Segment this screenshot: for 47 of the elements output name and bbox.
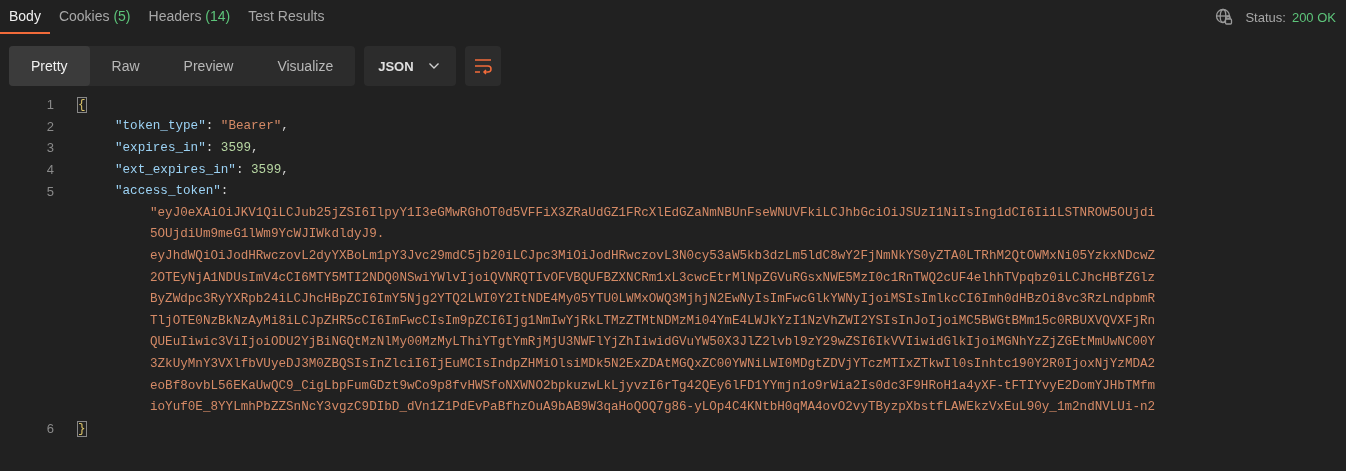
format-dropdown[interactable]: JSON [364,46,456,86]
status-label: Status: [1245,9,1286,25]
punctuation: : [220,184,229,199]
json-string: ByZWdpc3RyYXRpb24iLCJhcHBpZCI6ImY5Njg2YTQ2LWI0Y2ItNDE4My05YTU0LWMxOWQ3MjhjN2EwNyIsImFwcGlkYWNyIjoiMSIsImlkcCI6Imh0dHBzOi8vc3RzLndpbmR [150,292,1156,307]
json-key: "access_token" [115,184,221,199]
line-number: 1 [45,97,54,113]
json-string: "Bearer" [220,119,282,134]
line-number: 4 [45,162,54,178]
view-mode-tab[interactable]: Visualize [255,46,356,86]
view-mode-tab[interactable]: Pretty [9,46,90,86]
view-mode-tab[interactable]: Preview [161,46,256,86]
json-number: 3599 [251,162,282,177]
response-tab[interactable]: Test Results [239,0,334,34]
chevron-down-icon [427,62,440,70]
punctuation: : [205,119,215,134]
status-value: 200 OK [1291,9,1336,25]
json-string: 3ZkUyMnY3VXlfbVUyeDJ3M0ZBQSIsInZlciI6IjEuMCIsIndpZHMiOlsiMDk5N2ExZDAtMGQxZC00YWNiLWI0MDgtZDVjYTczMTIxZTkwIl0sInhtc190Y2R0IjoxNjYzMDA2 [150,356,1156,371]
json-key: "ext_expires_in" [115,162,236,177]
punctuation: : [235,162,245,177]
punctuation: , [281,119,289,134]
json-string: eoBf8ovbL56EKaUwQC9_CigLbpFumGDzt9wCo9p8fvHWSfoNXWNO2bpkuzwLkLjyvzI6rTg42QEy6lFD1YYmjn1o9rWia2Is0dc3F9HRoH1a4yXF-tFTIYvyE2DomYJHbTMfm [150,378,1156,393]
json-string: TljOTE0NzBkNzAyMi8iLCJpZHR5cCI6ImFwcCIsIm9pZCI6Ijg1NmIwYjRkLTMzZTMtNDMzMi04YmE4LWJkYzI1NzVhZWI2YSIsInJoIjoiMC5BWGtBMm15c0RBUXVQVXFjRn [150,313,1156,328]
brace: { [78,97,86,112]
globe-lock-icon[interactable] [1215,8,1234,26]
response-tab[interactable]: Headers (14) [139,0,240,34]
json-string: eyJhdWQiOiJodHRwczovL2dyYXBoLm1pY3Jvc29mdC5jb20iLCJpc3MiOiJodHRwczovL3N0cy53aW5kb3dzLm5ldC8wY2FjNmNkYS0yZTA0LTRhM2QtOWMxNi05YzkxNDcwZ [150,248,1156,263]
punctuation: , [281,162,289,177]
json-key: "token_type" [115,119,206,134]
json-string: 5OUjdiUm9meG1lWm9YcWJIWkdldyJ9. [150,227,385,242]
line-number: 5 [45,183,54,199]
json-key: "expires_in" [115,141,206,155]
json-string: QUEuIiwic3ViIjoiODU2YjBiNGQtMzNlMy00MzMyLThiYTgtYmRjMjU3NWFlYjZhIiwidGVuYW50X3JlZ2lvbl9zY29wZSI6IkVVIiwidGlkIjoiMGNhYzZjZGEtMmUwNC00Y [150,335,1156,350]
view-mode-tab[interactable]: Raw [89,46,162,86]
json-string: 2OTEyNjA1NDUsImV4cCI6MTY5MTI2NDQ0NSwiYWlvIjoiQVNRQTIvOFVBQUFBZXNCRm1xL3cwcEtrMlNpZGVuRGsxNWE5MzI0c1RnTWQ2cUF4elhhTVpqbz0iLCJhcHBfZGlz [150,270,1156,285]
line-number: 6 [45,421,54,437]
brace: } [78,421,86,436]
json-string: ioYuf0E_8YYLmhPbZZSnNcY3vgzC9DIbD_dVn1Z1PdEvPaBfhzOuA9bAB9W3qaHoQOQ7g86-yLOp4C4KNtbH0qMA4ovO2vyTByzpXbstfLAWEkzVxEuL90y_1m2ndNVLUi-n2 [150,400,1156,415]
punctuation: : [205,141,215,155]
line-number: 2 [45,118,54,134]
wrap-lines-icon [472,57,493,75]
json-number: 3599 [220,141,252,155]
line-number: 3 [45,140,54,156]
wrap-lines-button[interactable] [464,46,501,86]
punctuation: , [251,141,259,155]
json-string: "eyJ0eXAiOiJKV1QiLCJub25jZSI6IlpyY1I3eGMwRGhOT0d5VFFiX3ZRaUdGZ1FRcXlEdGZaNmNBUnFseWNUVFkiLCJhbGciOiJSUzI1NiIsIng1dCI6Ii1LSTNROW5OUjdi [150,205,1156,220]
response-tab[interactable]: Body [0,0,50,34]
response-tab[interactable]: Cookies (5) [49,0,140,34]
